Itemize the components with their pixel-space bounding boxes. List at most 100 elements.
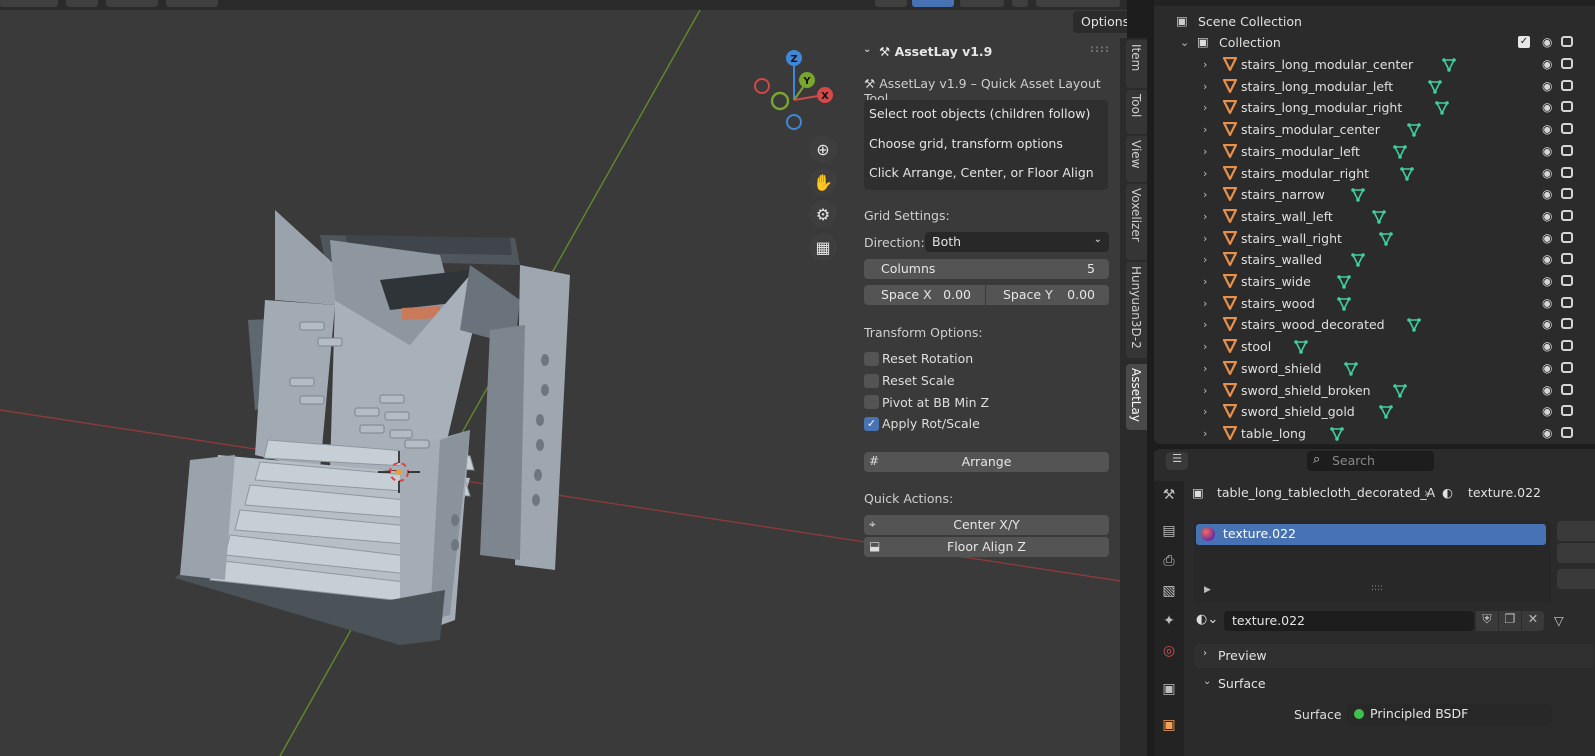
camera-icon[interactable] <box>1561 36 1573 47</box>
duplicate-icon[interactable]: ❐ <box>1499 611 1521 631</box>
camera-icon[interactable] <box>1561 340 1573 352</box>
camera-icon[interactable] <box>1561 275 1573 286</box>
mesh-data-icon[interactable] <box>1379 405 1393 419</box>
mesh-data-icon[interactable] <box>1350 188 1365 202</box>
material-slot-selected[interactable]: texture.022 <box>1196 524 1546 545</box>
outliner-object-row[interactable]: › sword_shield_broken ◉ <box>1154 380 1595 402</box>
render-icon[interactable]: ▤ <box>1159 523 1179 543</box>
tab-voxelizer[interactable]: Voxelizer <box>1126 184 1147 260</box>
expand-triangle-icon[interactable]: ▶ <box>1204 585 1211 595</box>
add-slot-button[interactable] <box>1557 521 1595 541</box>
resize-grip-icon[interactable]: :::: <box>1371 583 1383 593</box>
pan-hand-icon[interactable]: ✋ <box>809 168 837 196</box>
unlink-icon[interactable]: ✕ <box>1522 611 1544 631</box>
surface-panel-header[interactable]: ⌄ Surface <box>1194 672 1594 696</box>
navigation-gizmo[interactable]: Z Y X <box>754 50 833 130</box>
camera-icon[interactable] <box>1561 361 1573 373</box>
chevron-right-icon[interactable]: › <box>1203 275 1207 288</box>
camera-icon[interactable] <box>1561 144 1573 156</box>
material-slot-list[interactable]: texture.022 ▶ :::: <box>1194 521 1551 603</box>
tab-view[interactable]: View <box>1126 136 1147 182</box>
space-y-field[interactable]: Space Y 0.00 <box>986 285 1109 305</box>
output-icon[interactable]: ⎙ <box>1159 553 1179 573</box>
camera-icon[interactable] <box>1561 166 1573 178</box>
options-dropdown[interactable]: Options ⌄ <box>1073 11 1127 33</box>
tab-hunyuan3d[interactable]: Hunyuan3D-2 <box>1126 262 1147 358</box>
eye-icon[interactable]: ◉ <box>1542 144 1552 158</box>
chevron-right-icon[interactable]: › <box>1203 427 1207 440</box>
chevron-right-icon[interactable]: › <box>1203 405 1207 418</box>
columns-field[interactable]: Columns 5 <box>864 259 1109 279</box>
camera-icon[interactable] <box>1561 231 1573 243</box>
mesh-data-icon[interactable] <box>1393 144 1407 159</box>
chevron-right-icon[interactable]: › <box>1203 145 1207 158</box>
collection-row[interactable]: ⌄ ▣ Collection ✓ ◉ <box>1154 32 1595 54</box>
chevron-right-icon[interactable]: › <box>1203 297 1207 310</box>
mesh-data-icon[interactable] <box>1350 253 1365 268</box>
assetlay-panel-header[interactable]: ⌄ ⚒ AssetLay v1.9 :::: <box>854 40 1116 62</box>
outliner-object-row[interactable]: › stairs_wood ◉ <box>1154 293 1595 315</box>
mesh-data-icon[interactable] <box>1343 361 1358 376</box>
arrange-button[interactable]: # Arrange <box>864 452 1109 472</box>
slot-menu-button[interactable] <box>1557 569 1595 589</box>
camera-icon[interactable] <box>1561 101 1573 113</box>
outliner-object-row[interactable]: › stairs_wall_left ◉ <box>1154 206 1595 228</box>
mesh-data-icon[interactable] <box>1393 383 1407 398</box>
outliner-object-row[interactable]: › stairs_long_modular_left ◉ <box>1154 76 1595 98</box>
mesh-data-icon[interactable] <box>1407 123 1421 137</box>
chevron-right-icon[interactable]: › <box>1203 188 1207 201</box>
browse-material-icon[interactable]: ◐⌄ <box>1196 612 1218 627</box>
eye-icon[interactable]: ◉ <box>1542 404 1552 418</box>
outliner-object-row[interactable]: › stairs_long_modular_center ◉ <box>1154 54 1595 76</box>
camera-icon[interactable] <box>1561 405 1573 417</box>
checkbox[interactable] <box>864 352 879 366</box>
chevron-right-icon[interactable]: › <box>1203 58 1207 71</box>
tab-item[interactable]: Item <box>1126 40 1147 88</box>
ortho-grid-icon[interactable]: ▦ <box>809 233 837 261</box>
breadcrumb-material[interactable]: texture.022 <box>1468 485 1541 500</box>
eye-icon[interactable]: ◉ <box>1542 339 1552 353</box>
tab-assetlay[interactable]: AssetLay <box>1126 364 1147 430</box>
eye-icon[interactable]: ◉ <box>1542 187 1552 201</box>
camera-icon[interactable] <box>1561 209 1573 221</box>
eye-icon[interactable]: ◉ <box>1542 100 1552 114</box>
eye-icon[interactable]: ◉ <box>1542 209 1552 223</box>
mesh-data-icon[interactable] <box>1442 58 1457 72</box>
outliner[interactable]: ▣ Scene Collection ⌄ ▣ Collection ✓ ◉ › s… <box>1154 0 1595 444</box>
outliner-object-row[interactable]: › sword_shield ◉ <box>1154 358 1595 380</box>
center-xy-button[interactable]: ⌖ Center X/Y <box>864 515 1109 535</box>
eye-icon[interactable]: ◉ <box>1542 57 1552 71</box>
outliner-object-row[interactable]: › stairs_modular_right ◉ <box>1154 163 1595 185</box>
chevron-right-icon[interactable]: › <box>1203 318 1207 331</box>
camera-icon[interactable] <box>1561 79 1573 91</box>
chevron-right-icon[interactable]: › <box>1203 384 1207 397</box>
eye-icon[interactable]: ◉ <box>1542 166 1552 180</box>
outliner-object-row[interactable]: › table_long ◉ <box>1154 423 1595 444</box>
camera-icon[interactable] <box>1561 383 1573 395</box>
eye-icon[interactable]: ◉ <box>1542 274 1552 288</box>
preview-panel-header[interactable]: › Preview <box>1194 644 1594 668</box>
mesh-data-icon[interactable] <box>1400 166 1414 181</box>
outliner-object-row[interactable]: › stairs_modular_left ◉ <box>1154 141 1595 163</box>
scene-icon[interactable]: ✦ <box>1159 613 1179 633</box>
chevron-right-icon[interactable]: › <box>1203 362 1207 375</box>
mesh-data-icon[interactable] <box>1379 231 1393 246</box>
remove-slot-button[interactable] <box>1557 543 1595 563</box>
chevron-right-icon[interactable]: › <box>1203 80 1207 93</box>
checkbox-checked[interactable]: ✓ <box>864 417 879 431</box>
chevron-right-icon[interactable]: › <box>1203 340 1207 353</box>
camera-icon[interactable] <box>1561 296 1573 308</box>
eye-icon[interactable]: ◉ <box>1542 35 1552 49</box>
mesh-data-icon[interactable] <box>1407 318 1421 333</box>
eye-icon[interactable]: ◉ <box>1542 317 1552 331</box>
eye-icon[interactable]: ◉ <box>1542 252 1552 266</box>
outliner-object-row[interactable]: › stairs_narrow ◉ <box>1154 184 1595 206</box>
view-layer-icon[interactable]: ▧ <box>1159 583 1179 603</box>
checkbox[interactable] <box>864 395 879 409</box>
object-icon[interactable]: ▣ <box>1159 717 1179 737</box>
eye-icon[interactable]: ◉ <box>1542 426 1552 440</box>
chevron-right-icon[interactable]: › <box>1203 253 1207 266</box>
chevron-right-icon[interactable]: › <box>1203 101 1207 114</box>
scene-collection-row[interactable]: ▣ Scene Collection <box>1154 11 1595 33</box>
mesh-data-icon[interactable] <box>1336 275 1351 289</box>
